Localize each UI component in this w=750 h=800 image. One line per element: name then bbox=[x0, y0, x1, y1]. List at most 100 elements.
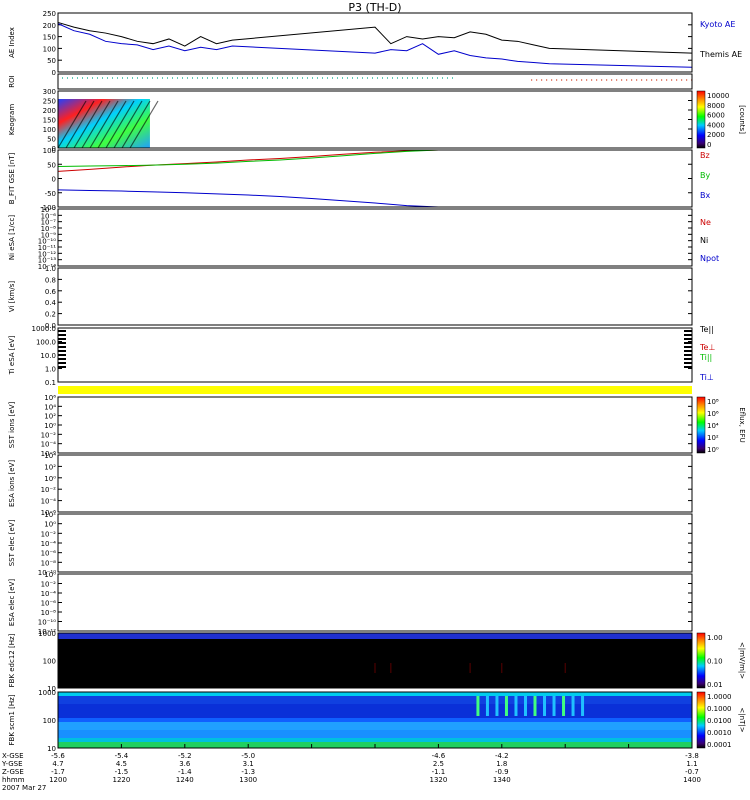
y-tick-label: 200 bbox=[43, 22, 56, 30]
y-tick-label: 1.0 bbox=[45, 265, 56, 273]
footer-date: 2007 Mar 27 bbox=[2, 784, 46, 792]
tick-bar bbox=[58, 346, 66, 348]
colorbar-fbk-scm1 bbox=[696, 691, 706, 749]
spectrogram-fbk-edc12 bbox=[58, 633, 692, 688]
footer-value: 1.1 bbox=[686, 760, 697, 768]
colorbar-tick-label: 6000 bbox=[707, 112, 725, 120]
y-tick-label: 10⁻⁸ bbox=[41, 559, 57, 567]
footer-value: -1.7 bbox=[51, 768, 65, 776]
footer-value: 3.1 bbox=[243, 760, 254, 768]
footer-value: -1.3 bbox=[241, 768, 255, 776]
colorbar-tick-label: 2000 bbox=[707, 131, 725, 139]
y-tick-label: 10⁻² bbox=[41, 581, 57, 589]
y-tick-label: 100.0 bbox=[36, 339, 56, 347]
y-tick-label: 10² bbox=[44, 463, 56, 471]
colorbar-tick-label: 0.0100 bbox=[707, 717, 732, 725]
tick-bar bbox=[684, 346, 692, 348]
spectrogram-burst bbox=[504, 696, 508, 716]
footer-value: 1240 bbox=[176, 776, 194, 784]
colorbar-tick-label: 0.0010 bbox=[707, 729, 732, 737]
y-tick-label: 10⁻² bbox=[41, 486, 57, 494]
y-tick-label: 10⁻¹⁰ bbox=[38, 619, 56, 627]
y-tick-label: 10⁻⁴ bbox=[41, 590, 57, 598]
spectrogram-burst bbox=[485, 696, 489, 716]
footer-value: -0.7 bbox=[685, 768, 699, 776]
spectrogram-burst bbox=[552, 696, 556, 716]
tick-bar bbox=[58, 330, 66, 332]
colorbar-tick-label: 0 bbox=[707, 141, 711, 149]
footer-value: 1220 bbox=[112, 776, 130, 784]
footer-value: 1340 bbox=[493, 776, 511, 784]
y-tick-label: 50 bbox=[47, 136, 56, 144]
spectrogram-burst bbox=[514, 696, 518, 716]
y-tick-label: 10⁻⁶ bbox=[41, 550, 57, 558]
y-tick-label: 10.0 bbox=[40, 352, 56, 360]
tick-bar bbox=[58, 362, 66, 364]
tick-bar bbox=[684, 330, 692, 332]
footer-value: -1.1 bbox=[432, 768, 446, 776]
y-tick-label: 100 bbox=[43, 147, 56, 155]
legend-bx: Bx bbox=[700, 191, 710, 200]
y-tick-label: 100 bbox=[43, 45, 56, 53]
y-tick-label: 10⁻⁴ bbox=[41, 498, 57, 506]
spectrogram-burst bbox=[495, 696, 499, 716]
footer-value: -5.0 bbox=[241, 752, 255, 760]
spectrogram-band bbox=[58, 722, 692, 730]
y-tick-label: 10⁰ bbox=[44, 422, 56, 430]
y-tick-label: 10⁴ bbox=[44, 452, 56, 460]
colorbar-tick-label: 1.00 bbox=[707, 634, 723, 642]
spectrogram-band bbox=[58, 730, 692, 738]
footer-value: -5.6 bbox=[51, 752, 65, 760]
y-tick-label: 1000.0 bbox=[32, 325, 57, 333]
y-axis-label: Keogram bbox=[8, 104, 16, 135]
y-tick-label: 1000 bbox=[38, 689, 56, 697]
y-tick-label: 250 bbox=[43, 10, 56, 18]
y-axis-label: Ti eSA [eV] bbox=[8, 335, 16, 375]
spectrogram-band bbox=[58, 696, 692, 704]
footer-value: -1.4 bbox=[178, 768, 192, 776]
tick-bar bbox=[684, 350, 692, 352]
panel-frame bbox=[57, 208, 693, 267]
y-axis-label: B_FIT GSE [nT] bbox=[8, 152, 16, 204]
legend-kyoto-ae: Kyoto AE bbox=[700, 20, 735, 29]
panel-frame bbox=[57, 513, 693, 573]
spectrogram-burst bbox=[543, 696, 547, 716]
panel-frame bbox=[57, 149, 693, 208]
y-axis-label: SST elec [eV] bbox=[8, 519, 16, 566]
tick-bar bbox=[684, 362, 692, 364]
colorbar-tick-label: 10⁴ bbox=[707, 422, 719, 430]
y-tick-label: 0.8 bbox=[45, 276, 56, 284]
mode-bar bbox=[58, 386, 692, 394]
y-tick-label: 1000 bbox=[38, 630, 56, 638]
legend-te-: Te⊥ bbox=[699, 343, 715, 352]
y-tick-label: 10⁰ bbox=[44, 475, 56, 483]
legend-themis-ae: Themis AE bbox=[699, 50, 742, 59]
colorbar-eflux bbox=[696, 396, 706, 454]
colorbar-tick-label: 1.0000 bbox=[707, 693, 732, 701]
colorbar-tick-label: 10⁸ bbox=[707, 398, 719, 406]
spectrogram-burst bbox=[533, 696, 537, 716]
y-tick-label: 100 bbox=[43, 126, 56, 134]
y-tick-label: 10⁻⁸ bbox=[41, 609, 57, 617]
tick-bar bbox=[58, 338, 66, 340]
panel-frame bbox=[57, 12, 693, 73]
series-line-bx bbox=[57, 189, 439, 208]
colorbar-tick-label: 10000 bbox=[707, 92, 729, 100]
tick-bar bbox=[684, 354, 692, 356]
y-tick-label: 0.2 bbox=[45, 311, 56, 319]
tick-bar bbox=[684, 338, 692, 340]
footer-row-label: Y-GSE bbox=[1, 760, 23, 768]
legend-bz: Bz bbox=[700, 151, 710, 160]
tick-bar bbox=[684, 334, 692, 336]
spectrogram-burst bbox=[562, 696, 566, 716]
y-tick-label: 0 bbox=[52, 176, 56, 184]
colorbar-tick-label: 10⁶ bbox=[707, 410, 719, 418]
y-tick-label: 100 bbox=[43, 658, 56, 666]
y-tick-label: 10⁻² bbox=[41, 530, 57, 538]
colorbar-tick-label: 10⁰ bbox=[707, 446, 719, 454]
footer-value: 2.5 bbox=[433, 760, 444, 768]
panel-frame bbox=[57, 90, 693, 149]
spectrogram-burst bbox=[476, 696, 480, 716]
y-tick-label: 10⁻² bbox=[41, 431, 57, 439]
y-tick-label: 150 bbox=[43, 117, 56, 125]
